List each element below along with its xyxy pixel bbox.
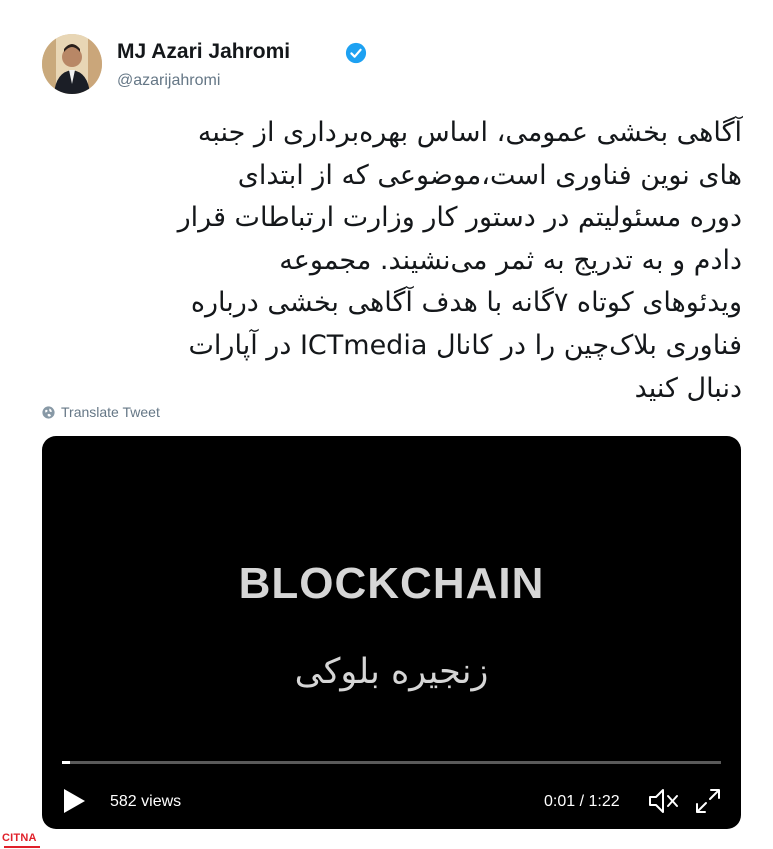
video-time: 0:01 / 1:22 xyxy=(544,793,620,810)
tweet-text: آگاهی بخشی عمومی، اساس بهره‌برداری از جن… xyxy=(177,117,742,404)
watermark-bar xyxy=(4,846,40,848)
volume-muted-icon[interactable] xyxy=(647,787,681,815)
video-progress-fill xyxy=(62,761,70,764)
verified-badge-icon xyxy=(345,42,367,64)
author-name[interactable]: MJ Azari Jahromi xyxy=(117,40,290,64)
video-title-english: BLOCKCHAIN xyxy=(238,559,545,608)
watermark-logo: CITNA xyxy=(0,832,44,849)
translate-tweet-label: Translate Tweet xyxy=(61,404,160,420)
globe-icon xyxy=(42,405,55,419)
translate-tweet-link[interactable]: Translate Tweet xyxy=(42,403,160,421)
avatar-image xyxy=(42,34,102,94)
play-button[interactable] xyxy=(62,788,86,814)
author-handle[interactable]: @azarijahromi xyxy=(117,72,220,90)
views-count: 582 views xyxy=(110,793,182,810)
tweet-header: MJ Azari Jahromi @azarijahromi xyxy=(42,34,742,96)
watermark-text: CITNA xyxy=(2,832,37,844)
watermark-label: CITNA xyxy=(2,832,37,844)
video-title-persian: زنجیره بلوکی xyxy=(294,652,489,692)
fullscreen-icon[interactable] xyxy=(694,787,722,815)
video-progress-bar[interactable] xyxy=(62,761,721,764)
video-player[interactable]: BLOCKCHAIN زنجیره بلوکی 582 views 0:01 /… xyxy=(42,436,741,829)
avatar[interactable] xyxy=(42,34,102,94)
